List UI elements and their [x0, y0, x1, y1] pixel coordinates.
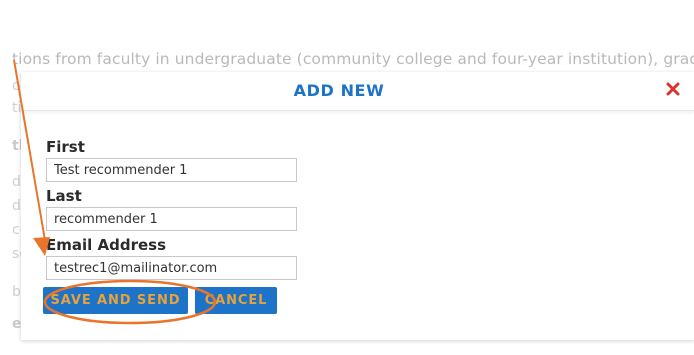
- save-and-send-button[interactable]: SAVE AND SEND: [43, 287, 188, 314]
- close-icon[interactable]: [664, 80, 682, 98]
- dialog-title: ADD NEW: [293, 81, 385, 100]
- background-fragment: b: [12, 284, 21, 300]
- background-text-line: tions from faculty in undergraduate (com…: [12, 50, 694, 68]
- add-new-dialog: ADD NEW First Last Email Address SAVE AN…: [21, 72, 694, 340]
- dialog-header: ADD NEW: [21, 72, 694, 111]
- cancel-button[interactable]: CANCEL: [195, 287, 277, 314]
- email-field[interactable]: [46, 256, 297, 280]
- last-name-label: Last: [46, 187, 82, 205]
- background-fragment: ti: [12, 100, 22, 116]
- last-name-field[interactable]: [46, 207, 297, 231]
- background-fragment: d: [12, 198, 21, 214]
- first-name-field[interactable]: [46, 158, 297, 182]
- email-label: Email Address: [46, 236, 167, 254]
- background-fragment: d: [12, 174, 21, 190]
- first-name-label: First: [46, 138, 85, 156]
